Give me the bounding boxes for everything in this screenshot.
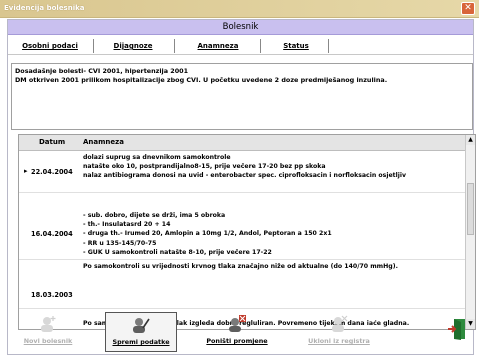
column-header-datum: Datum [39,138,66,146]
new-patient-icon [41,316,56,332]
tab-dijagnoze[interactable]: Dijagnoze [98,39,168,53]
close-icon: ✕ [464,3,472,13]
exit-door-icon[interactable] [447,318,467,340]
tab-bar: Osobni podaci Dijagnoze Anamneza Status [8,37,473,55]
history-summary-textarea[interactable]: Dosadašnje bolesti- CVI 2001, hipertenzi… [11,63,473,130]
new-patient-button[interactable]: Novi bolesnik [15,312,81,352]
discard-changes-button[interactable]: Poništi promjene [196,312,278,352]
row-anamneza: - sub. dobro, dijete se drži, ima 5 obro… [83,212,332,256]
discard-changes-icon [229,315,246,332]
tab-divider [328,39,329,53]
row-date: 18.03.2003 [31,291,73,299]
table-row[interactable]: 18.03.2003 Po samokontroli su vrijednost… [19,261,467,309]
remove-patient-icon [332,315,348,332]
tab-anamneza[interactable]: Anamneza [180,39,256,53]
summary-line: DM otkriven 2001 prilikom hospitalizacij… [15,76,388,84]
table-header: Datum Anamneza [19,135,467,151]
table-row[interactable]: ▸ 22.04.2004 dolazi suprug sa dnevnikom … [19,152,467,193]
summary-line: Dosadašnje bolesti- CVI 2001, hipertenzi… [15,67,189,75]
title-bar: Evidencija bolesnika ✕ [0,0,479,18]
table-scrollbar[interactable]: ▲ ▼ [465,135,475,329]
scroll-up-icon[interactable]: ▲ [466,135,475,145]
row-anamneza: Po samokontroli su vrijednosti krvnog tl… [83,263,398,270]
window-title: Evidencija bolesnika [4,4,85,12]
row-anamneza: dolazi suprug sa dnevnikom samokontrole … [83,154,407,180]
save-button[interactable]: Spremi podatke [105,312,177,352]
tab-osobni-podaci[interactable]: Osobni podaci [14,39,86,53]
anamnesis-table: Datum Anamneza ▸ 22.04.2004 dolazi supru… [18,134,476,330]
tab-status[interactable]: Status [266,39,326,53]
column-header-anamneza: Anamneza [83,138,124,146]
patient-window: Bolesnik Osobni podaci Dijagnoze Anamnez… [7,19,476,355]
bottom-toolbar: Novi bolesnik Spremi podatke Poništi pro… [8,310,473,354]
scroll-thumb[interactable] [467,183,474,235]
panel-heading: Bolesnik [8,20,473,35]
table-row[interactable]: 16.04.2004 - sub. dobro, dijete se drži,… [19,208,467,260]
tab-divider [174,39,175,53]
row-date: 16.04.2004 [31,230,73,238]
tab-divider [93,39,94,53]
remove-from-registry-button[interactable]: Ukloni iz registra [297,312,381,352]
tab-divider [260,39,261,53]
selected-row-marker-icon: ▸ [24,167,28,175]
save-icon [133,318,150,333]
row-date: 22.04.2004 [31,168,73,176]
close-button[interactable]: ✕ [461,2,475,15]
